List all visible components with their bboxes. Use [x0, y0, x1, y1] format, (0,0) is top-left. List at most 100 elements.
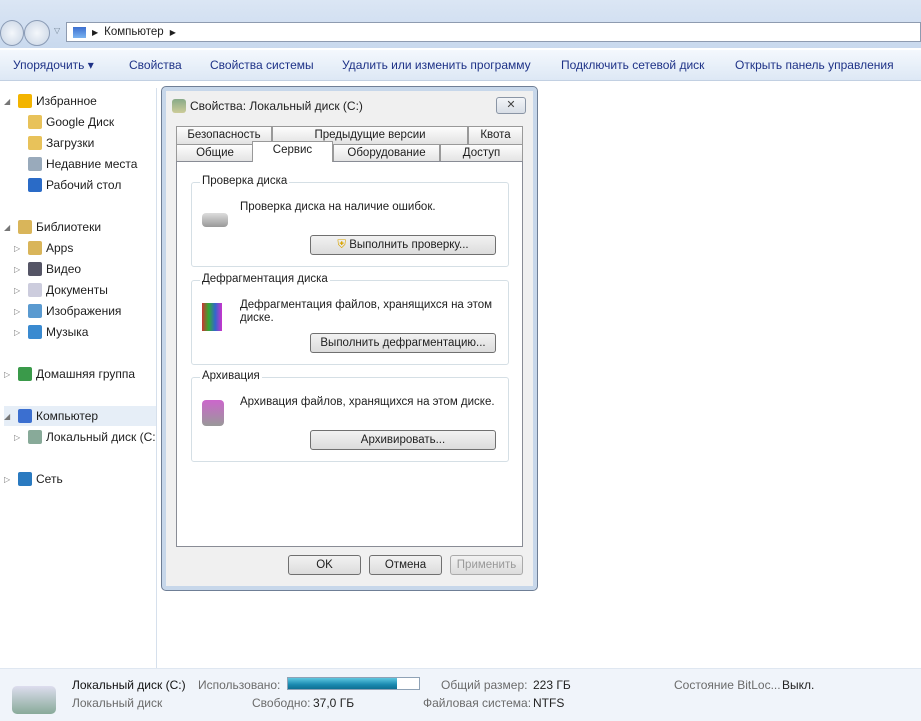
bitlocker-label: Состояние BitLoc... — [674, 678, 781, 692]
sidebar-item-label: Сеть — [36, 472, 63, 486]
sidebar-item-label: Рабочий стол — [46, 178, 122, 192]
tab-sharing[interactable]: Доступ — [440, 144, 523, 162]
video-icon — [28, 262, 42, 276]
group-description: Проверка диска на наличие ошибок. — [240, 201, 436, 213]
library-icon — [28, 241, 42, 255]
sidebar-item[interactable]: Google Диск — [14, 112, 156, 132]
sidebar-item[interactable]: Рабочий стол — [14, 175, 156, 195]
forward-button[interactable] — [24, 20, 50, 46]
organize-button[interactable]: Упорядочить ▾ — [13, 58, 94, 72]
filesystem-label: Файловая система: — [423, 696, 532, 710]
open-control-panel-button[interactable]: Открыть панель управления — [735, 58, 894, 72]
sidebar-item-label: Домашняя группа — [36, 367, 136, 381]
sidebar-item[interactable]: ▷ Изображения — [14, 301, 156, 321]
defragmentation-group: Дефрагментация диска Дефрагментация файл… — [191, 273, 509, 365]
properties-button[interactable]: Свойства — [129, 58, 182, 72]
expand-icon[interactable]: ▷ — [14, 433, 24, 442]
sidebar-item-label: Apps — [46, 241, 74, 255]
sidebar-item[interactable]: ▷ Видео — [14, 259, 156, 279]
backup-icon — [202, 400, 224, 426]
sidebar-item-label: Изображения — [46, 304, 122, 318]
sidebar-item[interactable]: ◢ Избранное — [4, 91, 156, 111]
sidebar-item[interactable]: Загрузки — [14, 133, 156, 153]
tab-hardware[interactable]: Оборудование — [333, 144, 440, 162]
expand-icon[interactable]: ▷ — [14, 307, 24, 316]
sidebar-item[interactable]: ▷ Сеть — [4, 469, 156, 489]
defragment-now-button[interactable]: Выполнить дефрагментацию... — [310, 333, 496, 353]
system-properties-button[interactable]: Свойства системы — [210, 58, 314, 72]
group-label: Дефрагментация диска — [200, 273, 330, 285]
tools-tab-panel: Проверка диска Проверка диска на наличие… — [176, 161, 523, 547]
tab-tools[interactable]: Сервис — [252, 141, 333, 162]
drive-name: Локальный диск (C:) — [72, 678, 186, 692]
sidebar-item-label: Документы — [46, 283, 108, 297]
sidebar-item-label: Избранное — [36, 94, 97, 108]
group-description: Дефрагментация файлов, хранящихся на это… — [240, 299, 493, 324]
sidebar-item[interactable]: Недавние места — [14, 154, 156, 174]
chevron-right-icon[interactable]: ▶ — [92, 28, 98, 37]
drive-type: Локальный диск — [72, 696, 163, 710]
drive-icon — [28, 430, 42, 444]
expand-icon[interactable]: ▷ — [14, 265, 24, 274]
apply-button[interactable]: Применить — [450, 555, 523, 575]
sidebar-item[interactable]: ▷ Документы — [14, 280, 156, 300]
defrag-icon — [202, 303, 222, 331]
computer-icon — [73, 26, 86, 38]
properties-dialog: Свойства: Локальный диск (C:) ✕ Безопасн… — [161, 86, 538, 591]
uac-shield-icon: ⛨ — [337, 239, 347, 251]
group-label: Архивация — [200, 370, 262, 382]
drive-icon — [12, 686, 56, 714]
computer-icon — [18, 409, 32, 423]
free-label: Свободно: — [252, 696, 311, 710]
expand-icon[interactable]: ◢ — [4, 412, 14, 421]
filesystem-value: NTFS — [533, 696, 565, 710]
breadcrumb-computer[interactable]: Компьютер — [104, 26, 164, 38]
sidebar-item[interactable]: ▷ Домашняя группа — [4, 364, 156, 384]
star-icon — [18, 94, 32, 108]
ok-button[interactable]: OK — [288, 555, 361, 575]
expand-icon[interactable]: ▷ — [4, 370, 14, 379]
expand-icon[interactable]: ▷ — [14, 244, 24, 253]
drive-icon — [172, 99, 186, 113]
sidebar-item-label: Музыка — [46, 325, 89, 339]
tab-general[interactable]: Общие — [176, 144, 254, 162]
backup-now-button[interactable]: Архивировать... — [310, 430, 496, 450]
chevron-right-icon[interactable]: ▶ — [170, 28, 176, 37]
check-now-button[interactable]: ⛨ Выполнить проверку... — [310, 235, 496, 255]
tab-quota[interactable]: Квота — [468, 126, 523, 144]
downloads-icon — [28, 136, 42, 150]
cancel-button[interactable]: Отмена — [369, 555, 442, 575]
folder-icon — [28, 115, 42, 129]
sidebar-item-label: Компьютер — [36, 409, 99, 423]
usage-bar-fill — [288, 678, 397, 689]
back-button[interactable] — [0, 20, 24, 46]
network-icon — [18, 472, 32, 486]
sidebar-item-label: Локальный диск (C: — [46, 430, 156, 444]
dialog-title: Свойства: Локальный диск (C:) — [190, 99, 363, 113]
map-network-drive-button[interactable]: Подключить сетевой диск — [561, 58, 704, 72]
sidebar-item[interactable]: ◢ Компьютер — [4, 406, 156, 426]
homegroup-icon — [18, 367, 32, 381]
uninstall-program-button[interactable]: Удалить или изменить программу — [342, 58, 531, 72]
sidebar-item[interactable]: ▷ Музыка — [14, 322, 156, 342]
expand-icon[interactable]: ▷ — [14, 286, 24, 295]
history-dropdown-icon[interactable]: ▽ — [54, 26, 60, 35]
total-value: 223 ГБ — [533, 678, 571, 692]
free-value: 37,0 ГБ — [313, 696, 355, 710]
expand-icon[interactable]: ▷ — [14, 328, 24, 337]
backup-group: Архивация Архивация файлов, хранящихся н… — [191, 370, 509, 462]
sidebar-item[interactable]: ▷ Локальный диск (C: — [14, 427, 156, 447]
bitlocker-value: Выкл. — [782, 678, 815, 692]
library-icon — [18, 220, 32, 234]
address-bar[interactable]: ▶ Компьютер ▶ — [66, 22, 921, 42]
sidebar-item[interactable]: ▷ Apps — [14, 238, 156, 258]
expand-icon[interactable]: ▷ — [4, 475, 14, 484]
expand-icon[interactable]: ◢ — [4, 97, 14, 106]
sidebar-item-label: Библиотеки — [36, 220, 102, 234]
drive-icon — [202, 213, 228, 227]
expand-icon[interactable]: ◢ — [4, 223, 14, 232]
sidebar-item[interactable]: ◢ Библиотеки — [4, 217, 156, 237]
close-button[interactable]: ✕ — [496, 97, 526, 114]
usage-bar — [287, 677, 420, 690]
sidebar-item-label: Загрузки — [46, 136, 95, 150]
